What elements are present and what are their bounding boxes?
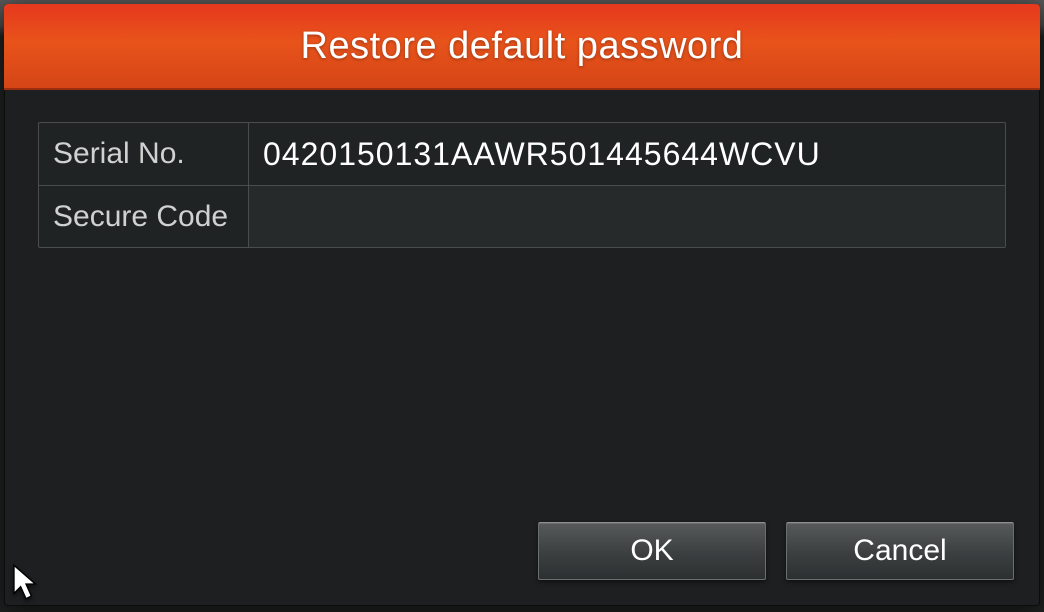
dialog-titlebar: Restore default password [4,4,1040,90]
form-table: Serial No. 0420150131AAWR501445644WCVU S… [38,122,1006,248]
dialog-body: Serial No. 0420150131AAWR501445644WCVU S… [4,90,1040,514]
dialog-title: Restore default password [301,25,744,68]
serial-row: Serial No. 0420150131AAWR501445644WCVU [39,123,1005,185]
secure-code-input[interactable] [249,186,1005,247]
serial-value: 0420150131AAWR501445644WCVU [249,123,1005,185]
serial-label: Serial No. [39,123,249,185]
restore-password-dialog: Restore default password Serial No. 0420… [4,4,1040,606]
secure-code-row: Secure Code [39,185,1005,247]
ok-button[interactable]: OK [538,522,766,580]
secure-code-label: Secure Code [39,186,249,247]
cancel-button[interactable]: Cancel [786,522,1014,580]
screen: Restore default password Serial No. 0420… [0,0,1044,612]
dialog-button-bar: OK Cancel [4,514,1040,606]
